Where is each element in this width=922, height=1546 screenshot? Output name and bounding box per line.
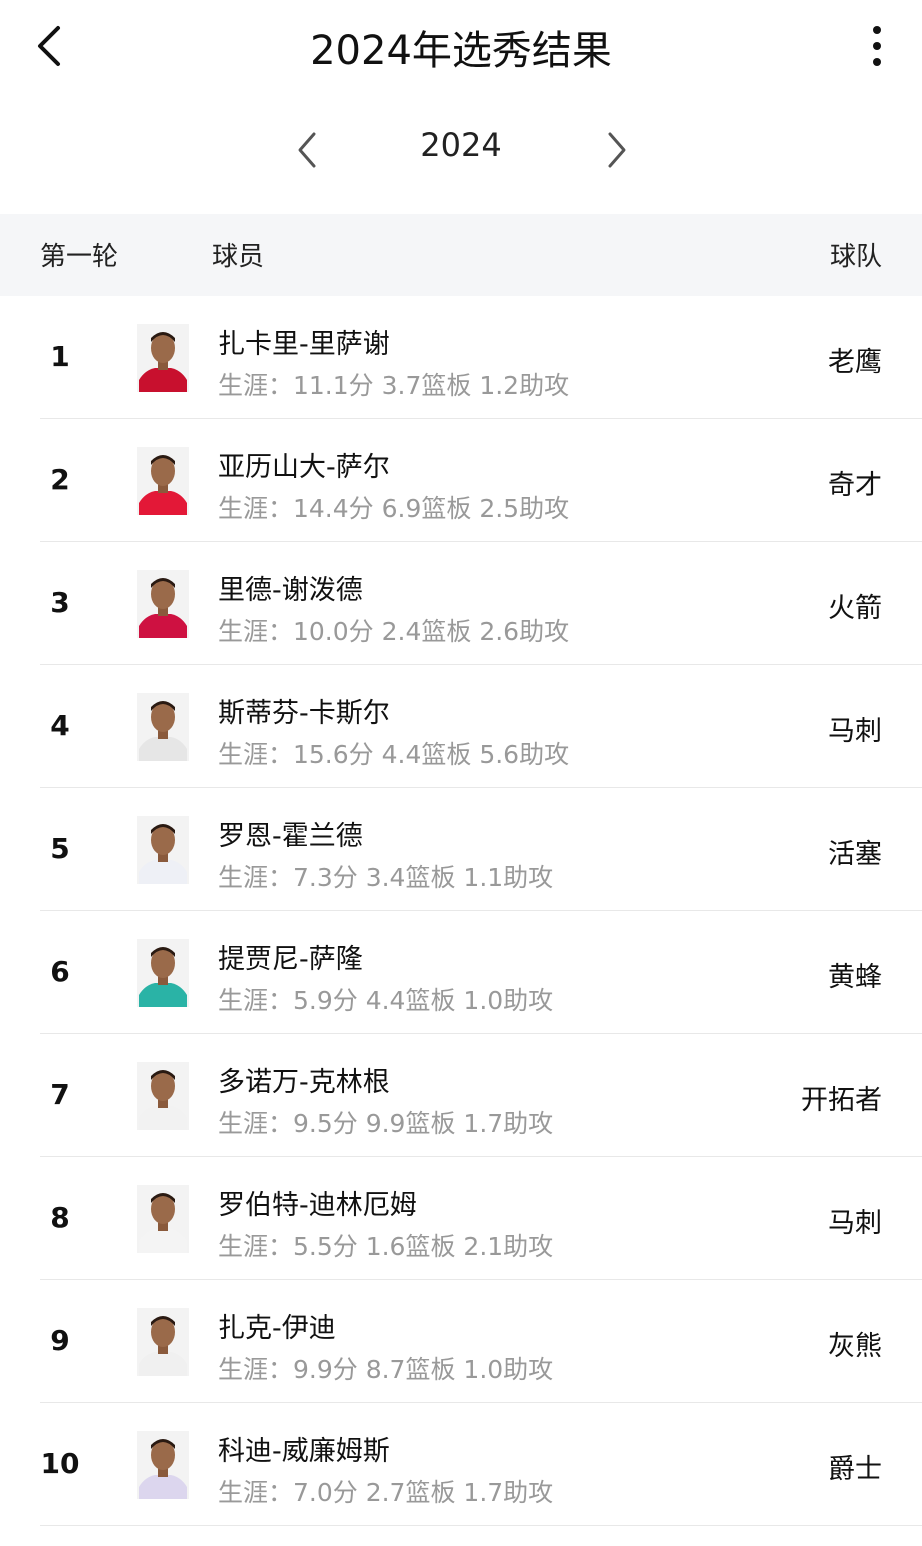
team-name: 活塞 (828, 839, 882, 870)
player-avatar (137, 1062, 189, 1130)
page-title: 2024年选秀结果 (310, 28, 612, 74)
team-name: 马刺 (828, 1208, 882, 1239)
player-name: 斯蒂芬-卡斯尔 (218, 698, 390, 729)
pick-number: 10 (40, 1447, 80, 1480)
career-stats: 生涯：9.5分 9.9篮板 1.7助攻 (218, 1109, 554, 1138)
column-player: 球员 (212, 242, 265, 272)
top-bar: 2024年选秀结果 (0, 0, 922, 92)
career-stats: 生涯：15.6分 4.4篮板 5.6助攻 (218, 740, 570, 769)
team-name: 老鹰 (828, 347, 882, 378)
player-name: 多诺万-克林根 (218, 1067, 390, 1098)
selected-year: 2024 (420, 126, 502, 164)
pick-number: 3 (50, 586, 70, 619)
player-name: 罗伯特-迪林厄姆 (218, 1190, 417, 1221)
player-name: 扎卡里-里萨谢 (218, 329, 390, 360)
team-name: 爵士 (828, 1454, 882, 1485)
team-name: 马刺 (828, 716, 882, 747)
draft-pick-row[interactable]: 3 里德-谢泼德 生涯：10.0分 2.4篮板 2.6助攻 火箭 (0, 542, 922, 665)
team-name: 开拓者 (801, 1085, 882, 1116)
player-name: 扎克-伊迪 (218, 1313, 336, 1344)
pick-number: 8 (50, 1201, 70, 1234)
pick-number: 2 (50, 463, 70, 496)
draft-pick-row[interactable]: 6 提贾尼-萨隆 生涯：5.9分 4.4篮板 1.0助攻 黄蜂 (0, 911, 922, 1034)
career-stats: 生涯：5.9分 4.4篮板 1.0助攻 (218, 986, 554, 1015)
career-stats: 生涯：7.3分 3.4篮板 1.1助攻 (218, 863, 554, 892)
pick-number: 5 (50, 832, 70, 865)
draft-pick-row[interactable]: 7 多诺万-克林根 生涯：9.5分 9.9篮板 1.7助攻 开拓者 (0, 1034, 922, 1157)
career-stats: 生涯：9.9分 8.7篮板 1.0助攻 (218, 1355, 554, 1384)
player-avatar (137, 1431, 189, 1499)
player-name: 科迪-威廉姆斯 (218, 1436, 390, 1467)
team-name: 灰熊 (828, 1331, 882, 1362)
year-selector: 2024 (0, 92, 922, 212)
pick-number: 6 (50, 955, 70, 988)
player-name: 亚历山大-萨尔 (218, 452, 390, 483)
player-avatar (137, 570, 189, 638)
draft-pick-row[interactable]: 2 亚历山大-萨尔 生涯：14.4分 6.9篮板 2.5助攻 奇才 (0, 419, 922, 542)
career-stats: 生涯：11.1分 3.7篮板 1.2助攻 (218, 371, 570, 400)
draft-pick-list: 1 扎卡里-里萨谢 生涯：11.1分 3.7篮板 1.2助攻 老鹰 2 亚历山大… (0, 296, 922, 1526)
more-options-icon[interactable] (862, 22, 892, 70)
player-avatar (137, 1185, 189, 1253)
draft-pick-row[interactable]: 4 斯蒂芬-卡斯尔 生涯：15.6分 4.4篮板 5.6助攻 马刺 (0, 665, 922, 788)
player-avatar (137, 939, 189, 1007)
draft-pick-row[interactable]: 1 扎卡里-里萨谢 生涯：11.1分 3.7篮板 1.2助攻 老鹰 (0, 296, 922, 419)
pick-number: 7 (50, 1078, 70, 1111)
team-name: 火箭 (828, 593, 882, 624)
pick-number: 1 (50, 340, 70, 373)
player-avatar (137, 693, 189, 761)
player-avatar (137, 447, 189, 515)
draft-pick-row[interactable]: 8 罗伯特-迪林厄姆 生涯：5.5分 1.6篮板 2.1助攻 马刺 (0, 1157, 922, 1280)
player-avatar (137, 324, 189, 392)
team-name: 奇才 (828, 470, 882, 501)
team-name: 黄蜂 (828, 962, 882, 993)
draft-pick-row[interactable]: 10 科迪-威廉姆斯 生涯：7.0分 2.7篮板 1.7助攻 爵士 (0, 1403, 922, 1526)
draft-pick-row[interactable]: 9 扎克-伊迪 生涯：9.9分 8.7篮板 1.0助攻 灰熊 (0, 1280, 922, 1403)
career-stats: 生涯：7.0分 2.7篮板 1.7助攻 (218, 1478, 554, 1507)
table-header: 第一轮 球员 球队 (0, 214, 922, 296)
player-name: 提贾尼-萨隆 (218, 944, 363, 975)
column-round: 第一轮 (40, 242, 119, 272)
player-name: 里德-谢泼德 (218, 575, 363, 606)
next-year-icon[interactable] (598, 128, 634, 172)
player-name: 罗恩-霍兰德 (218, 821, 363, 852)
career-stats: 生涯：10.0分 2.4篮板 2.6助攻 (218, 617, 570, 646)
career-stats: 生涯：5.5分 1.6篮板 2.1助攻 (218, 1232, 554, 1261)
draft-pick-row[interactable]: 5 罗恩-霍兰德 生涯：7.3分 3.4篮板 1.1助攻 活塞 (0, 788, 922, 911)
player-avatar (137, 1308, 189, 1376)
pick-number: 4 (50, 709, 70, 742)
career-stats: 生涯：14.4分 6.9篮板 2.5助攻 (218, 494, 570, 523)
column-team: 球队 (829, 242, 882, 272)
player-avatar (137, 816, 189, 884)
pick-number: 9 (50, 1324, 70, 1357)
